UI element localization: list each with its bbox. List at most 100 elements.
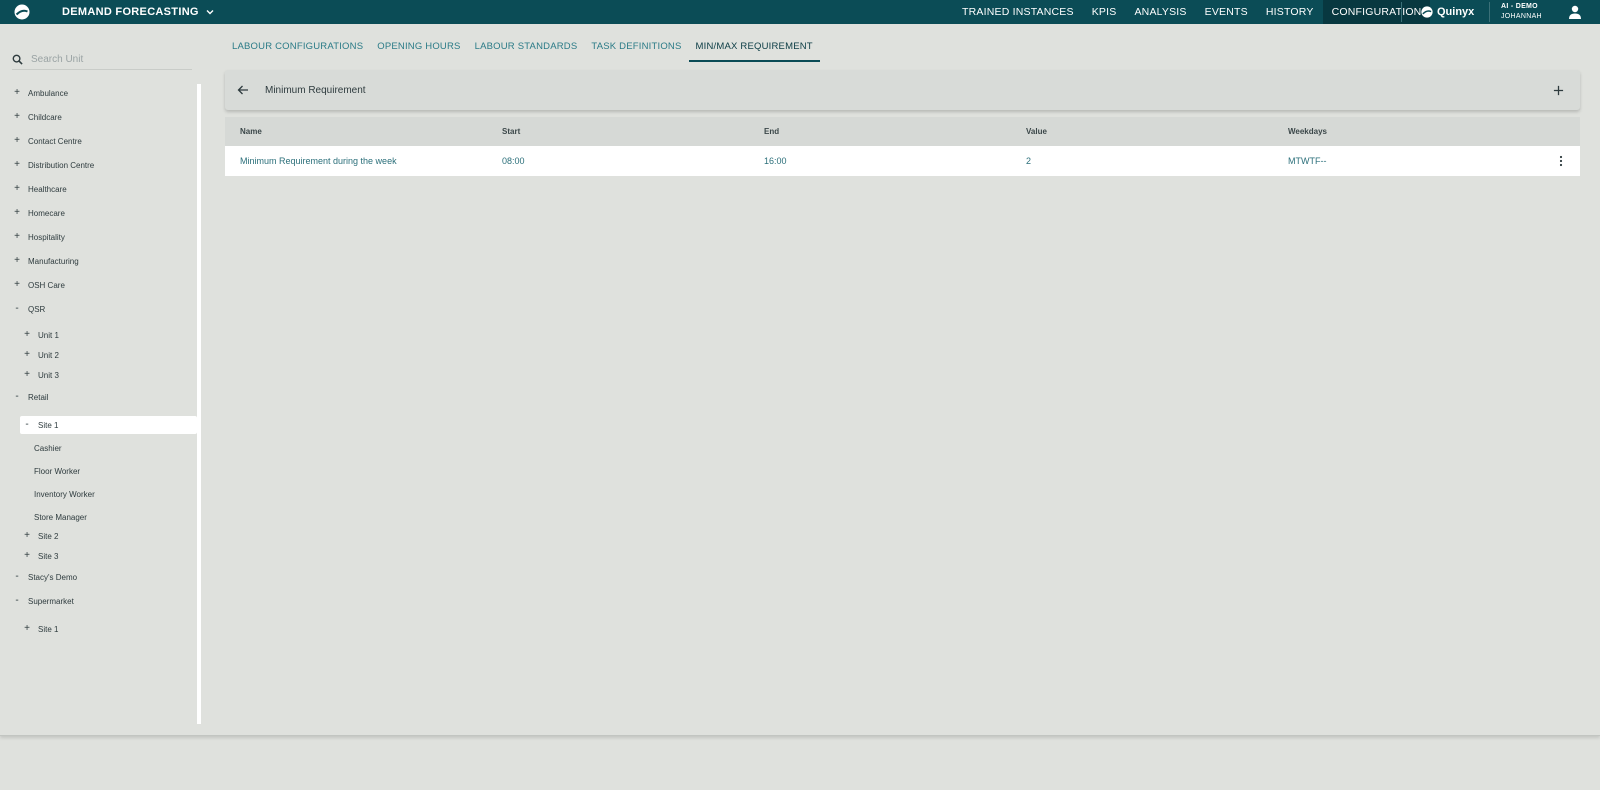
app-logo-icon[interactable] xyxy=(0,0,44,24)
expand-icon[interactable]: + xyxy=(12,88,22,98)
tree-item[interactable]: + Site 1 xyxy=(22,620,58,638)
tree-item[interactable]: + OSH Care xyxy=(12,276,65,294)
collapse-icon[interactable]: - xyxy=(12,304,22,314)
more-vertical-icon xyxy=(1559,155,1563,167)
tree-item[interactable]: + Contact Centre xyxy=(12,132,82,150)
tree-item[interactable]: + Hospitality xyxy=(12,228,65,246)
collapse-icon[interactable]: - xyxy=(12,392,22,402)
expand-icon[interactable]: + xyxy=(22,350,32,360)
search-input[interactable] xyxy=(31,54,181,65)
app-title: DEMAND FORECASTING xyxy=(62,6,199,18)
brand-logo: Quinyx xyxy=(1421,0,1474,24)
expand-icon[interactable]: + xyxy=(22,370,32,380)
cell-start: 08:00 xyxy=(502,156,525,166)
tab-min-max-requirement[interactable]: MIN/MAX REQUIREMENT xyxy=(688,38,820,62)
quinyx-logo-icon xyxy=(1421,6,1433,18)
panel-title: Minimum Requirement xyxy=(265,84,366,96)
cell-end: 16:00 xyxy=(764,156,787,166)
tree-item[interactable]: Store Manager xyxy=(28,508,87,526)
brand-name: Quinyx xyxy=(1437,6,1475,18)
expand-icon[interactable]: + xyxy=(12,184,22,194)
cell-name: Minimum Requirement during the week xyxy=(240,156,397,166)
nav-history[interactable]: HISTORY xyxy=(1257,0,1323,24)
app-switcher[interactable]: DEMAND FORECASTING xyxy=(62,6,215,18)
add-requirement-button[interactable] xyxy=(1548,80,1568,100)
expand-icon[interactable]: + xyxy=(12,256,22,266)
chevron-down-icon xyxy=(206,10,214,15)
tree-item[interactable]: - Retail xyxy=(12,388,48,406)
divider xyxy=(1489,2,1490,22)
tree-item[interactable]: - Supermarket xyxy=(12,592,74,610)
tree-item[interactable]: - Site 1 xyxy=(20,416,197,434)
tree-item[interactable]: Cashier xyxy=(28,439,62,457)
expand-icon[interactable]: + xyxy=(22,330,32,340)
expand-icon[interactable]: + xyxy=(22,531,32,541)
tab-opening-hours[interactable]: OPENING HOURS xyxy=(370,38,467,62)
column-header-end[interactable]: End xyxy=(764,127,779,136)
tree-item-label: Site 1 xyxy=(38,624,59,634)
expand-icon[interactable]: + xyxy=(12,280,22,290)
collapse-icon[interactable]: - xyxy=(12,572,22,582)
tree-item-label: Supermarket xyxy=(28,596,74,606)
column-header-weekdays[interactable]: Weekdays xyxy=(1288,127,1327,136)
nav-events[interactable]: EVENTS xyxy=(1196,0,1257,24)
row-menu-button[interactable] xyxy=(1554,154,1568,168)
user-name: JOHANNAH xyxy=(1501,13,1542,20)
expand-icon[interactable]: + xyxy=(12,136,22,146)
nav-kpis[interactable]: KPIS xyxy=(1083,0,1126,24)
search-icon xyxy=(12,54,23,65)
tree-item-label: Floor Worker xyxy=(34,466,81,476)
column-header-name[interactable]: Name xyxy=(240,127,262,136)
tree-item[interactable]: + Childcare xyxy=(12,108,62,126)
tree-item-label: Healthcare xyxy=(28,184,67,194)
tree-item[interactable]: + Distribution Centre xyxy=(12,156,94,174)
table-row[interactable]: Minimum Requirement during the week 08:0… xyxy=(225,146,1580,176)
tree-item[interactable]: + Homecare xyxy=(12,204,65,222)
column-header-start[interactable]: Start xyxy=(502,127,520,136)
tree-item-label: Unit 2 xyxy=(38,350,59,360)
collapse-icon[interactable]: - xyxy=(12,596,22,606)
expand-icon[interactable]: + xyxy=(22,624,32,634)
tree-item[interactable]: + Ambulance xyxy=(12,84,68,102)
tab-labour-configurations[interactable]: LABOUR CONFIGURATIONS xyxy=(225,38,370,62)
tree-item[interactable]: Inventory Worker xyxy=(28,485,95,503)
tree-item-label: QSR xyxy=(28,304,46,314)
user-icon[interactable] xyxy=(1567,4,1583,20)
tab-labour-standards[interactable]: LABOUR STANDARDS xyxy=(468,38,585,62)
expand-icon[interactable]: + xyxy=(22,551,32,561)
tree-item-label: Childcare xyxy=(28,112,62,122)
nav-configuration[interactable]: CONFIGURATION xyxy=(1322,0,1431,24)
tree-item-label: Ambulance xyxy=(28,88,69,98)
expand-icon[interactable]: + xyxy=(12,208,22,218)
tree-item[interactable]: + Unit 1 xyxy=(22,326,59,344)
tree-item[interactable]: + Manufacturing xyxy=(12,252,79,270)
tree-item-label: Unit 1 xyxy=(38,330,59,340)
column-header-value[interactable]: Value xyxy=(1026,127,1047,136)
tree-item-label: Contact Centre xyxy=(28,136,82,146)
tree-item[interactable]: Floor Worker xyxy=(28,462,80,480)
tree-item[interactable]: + Healthcare xyxy=(12,180,67,198)
back-button[interactable] xyxy=(233,80,253,100)
tree-item[interactable]: + Site 3 xyxy=(22,547,58,565)
tree-item-label: Site 1 xyxy=(38,420,59,430)
config-tabs: LABOUR CONFIGURATIONS OPENING HOURS LABO… xyxy=(225,38,820,62)
divider xyxy=(1401,2,1402,22)
tree-scrollbar[interactable] xyxy=(197,84,201,724)
nav-analysis[interactable]: ANALYSIS xyxy=(1125,0,1195,24)
nav-trained-instances[interactable]: TRAINED INSTANCES xyxy=(953,0,1083,24)
tab-task-definitions[interactable]: TASK DEFINITIONS xyxy=(584,38,688,62)
tree-item-label: Site 3 xyxy=(38,551,59,561)
user-info[interactable]: AI - DEMO JOHANNAH xyxy=(1501,2,1542,22)
expand-icon[interactable]: + xyxy=(12,112,22,122)
tree-item[interactable]: - QSR xyxy=(12,300,45,318)
tree-item[interactable]: + Unit 2 xyxy=(22,346,59,364)
tree-item-label: Hospitality xyxy=(28,232,65,242)
expand-icon[interactable]: + xyxy=(12,160,22,170)
tree-item[interactable]: + Unit 3 xyxy=(22,366,59,384)
tree-item[interactable]: + Site 2 xyxy=(22,527,58,545)
expand-icon[interactable]: + xyxy=(12,232,22,242)
top-bar: DEMAND FORECASTING TRAINED INSTANCES KPI… xyxy=(0,0,1600,24)
arrow-left-icon xyxy=(237,85,248,95)
tree-item[interactable]: - Stacy's Demo xyxy=(12,568,77,586)
collapse-icon[interactable]: - xyxy=(22,420,32,430)
